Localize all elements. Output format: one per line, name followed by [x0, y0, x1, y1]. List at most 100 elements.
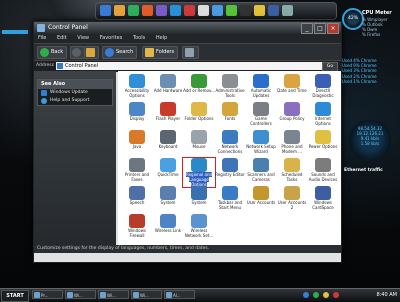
dock-star-icon[interactable] [254, 5, 265, 16]
tray-shield-icon[interactable] [313, 292, 319, 298]
control-panel-item-label: Keyboard [158, 144, 178, 149]
control-panel-item[interactable]: Date and Time [276, 74, 308, 94]
start-button[interactable]: START [1, 290, 29, 302]
control-panel-item-label: Network Connections [217, 144, 243, 154]
tray-network-icon[interactable] [303, 292, 309, 298]
control-panel-item-icon [191, 74, 207, 88]
control-panel-item[interactable]: Display [121, 102, 153, 122]
control-panel-item[interactable]: Taskbar and Start Menu [214, 186, 246, 211]
menu-tools[interactable]: Tools [133, 35, 145, 41]
control-panel-item[interactable]: Phone and Modem ... [276, 130, 308, 155]
dock-notes-icon[interactable] [198, 5, 209, 16]
control-panel-item[interactable]: Add Hardware [152, 74, 184, 94]
control-panel-item[interactable]: User Accounts [245, 186, 277, 206]
control-panel-item[interactable]: Scheduled Tasks [276, 158, 308, 183]
dock-trash-icon[interactable] [282, 5, 293, 16]
window-title: Control Panel [48, 24, 88, 31]
back-button[interactable]: Back [37, 46, 68, 59]
control-panel-item[interactable]: Power Options [307, 130, 339, 150]
dock-media-icon[interactable] [184, 5, 195, 16]
tray-alert-icon[interactable] [333, 292, 339, 298]
control-panel-item-icon [222, 186, 238, 200]
control-panel-item-icon [129, 74, 145, 88]
dock-chat-icon[interactable] [226, 5, 237, 16]
control-panel-item[interactable]: Registry Editor [214, 158, 246, 178]
dock-ie-icon[interactable] [100, 5, 111, 16]
dock-photoshop-icon[interactable] [170, 5, 181, 16]
control-panel-item-label: Phone and Modem ... [281, 144, 303, 154]
control-panel-item[interactable]: Windows Firewall [121, 214, 153, 239]
task-pane: See Also Windows Update Help and Support [34, 71, 116, 253]
control-panel-item[interactable]: Wireless Link [152, 214, 184, 234]
control-panel-item[interactable]: DirectX Diagnostic [307, 74, 339, 99]
minimize-button[interactable]: _ [301, 23, 313, 34]
control-panel-item[interactable]: Add or Remov... [183, 74, 215, 94]
control-panel-item[interactable]: Accessibility Options [121, 74, 153, 99]
taskbar-item[interactable]: Wi... [65, 290, 96, 299]
forward-button[interactable] [70, 46, 85, 59]
dock-terminal-icon[interactable] [240, 5, 251, 16]
control-panel-item-icon [191, 214, 207, 228]
control-panel-item[interactable]: Fonts [214, 102, 246, 122]
control-panel-item[interactable]: Game Controllers [245, 102, 277, 127]
address-label: Address [36, 63, 54, 68]
control-panel-item[interactable]: Scanners and Cameras [245, 158, 277, 183]
control-panel-item[interactable]: Internet Options [307, 102, 339, 127]
dock-chrome-icon[interactable] [128, 5, 139, 16]
control-panel-item[interactable]: Group Policy [276, 102, 308, 122]
control-panel-item[interactable]: Keyboard [152, 130, 184, 150]
control-panel-item-label: Automatic Updates [250, 88, 272, 98]
control-panel-item[interactable]: Administrative Tools [214, 74, 246, 99]
control-panel-item[interactable]: Automatic Updates [245, 74, 277, 99]
control-panel-item[interactable]: Mouse [183, 130, 215, 150]
search-button[interactable]: Search [102, 46, 138, 59]
control-panel-item-icon [253, 74, 269, 88]
menu-favorites[interactable]: Favorites [100, 35, 123, 41]
control-panel-item[interactable]: Regional and Language Options [182, 156, 216, 189]
clock[interactable]: 8:40 AM [376, 290, 397, 300]
control-panel-item[interactable]: Network Connections [214, 130, 246, 155]
control-panel-item[interactable]: Wireless Network Set... [183, 214, 215, 239]
control-panel-item[interactable]: QuickTime [152, 158, 184, 178]
control-panel-item[interactable]: System [183, 186, 215, 206]
link-windows-update[interactable]: Windows Update [38, 89, 112, 97]
see-also-title[interactable]: See Also [38, 80, 112, 89]
dock-mail-icon[interactable] [212, 5, 223, 16]
taskbar-item[interactable]: Pr... [32, 290, 63, 299]
address-input[interactable]: Control Panel [56, 62, 325, 70]
control-panel-item-icon [191, 158, 207, 172]
control-panel-item[interactable]: Folder Options [183, 102, 215, 122]
task-icon [133, 292, 139, 298]
cpu-gauge: 42% [342, 8, 364, 30]
tray-volume-icon[interactable] [323, 292, 329, 298]
taskbar-item[interactable]: Al... [164, 290, 195, 299]
maximize-button[interactable]: □ [314, 23, 326, 34]
folders-button[interactable]: Folders [142, 46, 179, 59]
control-panel-item-icon [253, 102, 269, 116]
dock-app-icon[interactable] [156, 5, 167, 16]
control-panel-item[interactable]: System [152, 186, 184, 206]
title-bar[interactable]: Control Panel _ □ × [34, 22, 341, 34]
views-button[interactable] [182, 46, 199, 59]
menu-file[interactable]: File [38, 35, 46, 41]
control-panel-item[interactable]: Sounds and Audio Devices [307, 158, 339, 183]
close-button[interactable]: × [327, 23, 339, 34]
taskbar-item[interactable]: Wi... [131, 290, 162, 299]
dock-firefox-icon[interactable] [142, 5, 153, 16]
control-panel-item[interactable]: Java [121, 130, 153, 150]
menu-help[interactable]: Help [156, 35, 167, 41]
dock-folder-icon[interactable] [114, 5, 125, 16]
control-panel-item[interactable]: User Accounts 2 [276, 186, 308, 211]
link-help-support[interactable]: Help and Support [38, 97, 112, 105]
control-panel-item[interactable]: Speech [121, 186, 153, 206]
menu-view[interactable]: View [77, 35, 89, 41]
control-panel-item[interactable]: Network Setup Wizard [245, 130, 277, 155]
control-panel-item[interactable]: Windows CardSpace [307, 186, 339, 211]
taskbar-item[interactable]: Wi... [98, 290, 129, 299]
control-panel-item-icon [284, 130, 300, 144]
control-panel-item[interactable]: Printers and Faxes [121, 158, 153, 183]
menu-edit[interactable]: Edit [57, 35, 67, 41]
control-panel-item[interactable]: Flash Player [152, 102, 184, 122]
up-folder-button[interactable] [84, 46, 99, 59]
dock-settings-icon[interactable] [268, 5, 279, 16]
